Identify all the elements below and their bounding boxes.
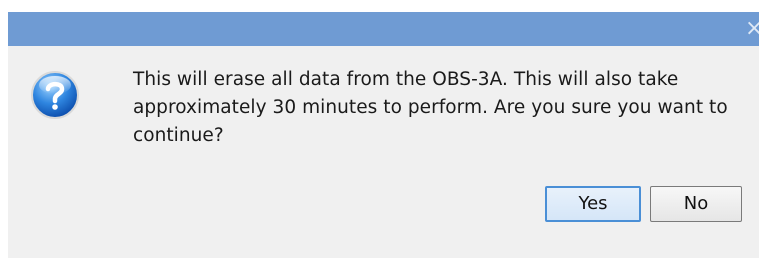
confirm-dialog: × This will erase all data from the OBS-… — [8, 12, 759, 258]
dialog-titlebar: × — [8, 12, 759, 46]
dialog-content: This will erase all data from the OBS-3A… — [8, 46, 759, 258]
yes-button[interactable]: Yes — [545, 186, 641, 222]
question-icon — [31, 71, 79, 119]
no-button[interactable]: No — [650, 186, 742, 222]
close-icon[interactable]: × — [745, 16, 759, 42]
dialog-message: This will erase all data from the OBS-3A… — [133, 69, 728, 146]
